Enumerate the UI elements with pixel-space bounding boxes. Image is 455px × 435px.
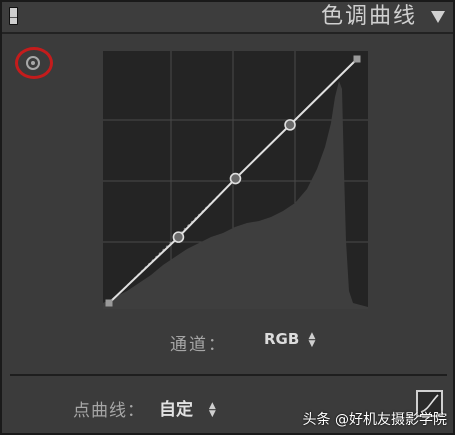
updown-arrows-icon: ▲ ▼ xyxy=(308,330,316,349)
point-curve-select[interactable]: 自定 ▲ ▼ xyxy=(159,395,216,420)
channel-label: 通道： xyxy=(170,335,227,355)
tone-curve-graph[interactable] xyxy=(103,51,368,309)
panel-title: 色调曲线 xyxy=(320,4,417,29)
curve-control-point[interactable] xyxy=(229,172,242,185)
histogram xyxy=(103,81,368,309)
updown-arrows-icon: ▲ ▼ xyxy=(208,401,216,419)
section-divider xyxy=(10,374,447,376)
point-curve-label: 点曲线： xyxy=(73,401,145,421)
curve-control-point[interactable] xyxy=(284,119,296,131)
panel-header[interactable]: 色调曲线 xyxy=(2,2,453,34)
curve-endpoint-white[interactable] xyxy=(353,55,361,63)
point-curve-value: 自定 xyxy=(159,400,193,420)
curve-control-point[interactable] xyxy=(172,231,185,243)
triangle-down-icon[interactable] xyxy=(431,11,445,23)
tone-curve-panel: 色调曲线 通道： RGB ▲ ▼ 点曲线： 自定 ▲ ▼ xyxy=(0,0,455,435)
channel-select[interactable]: RGB ▲ ▼ xyxy=(264,330,315,354)
target-adjust-icon[interactable] xyxy=(26,56,40,70)
watermark: 头条 @好机友摄影学院 xyxy=(302,412,447,428)
curve-endpoint-black[interactable] xyxy=(105,299,113,307)
panel-toggle-icon[interactable] xyxy=(9,7,18,25)
channel-value: RGB xyxy=(264,330,300,348)
